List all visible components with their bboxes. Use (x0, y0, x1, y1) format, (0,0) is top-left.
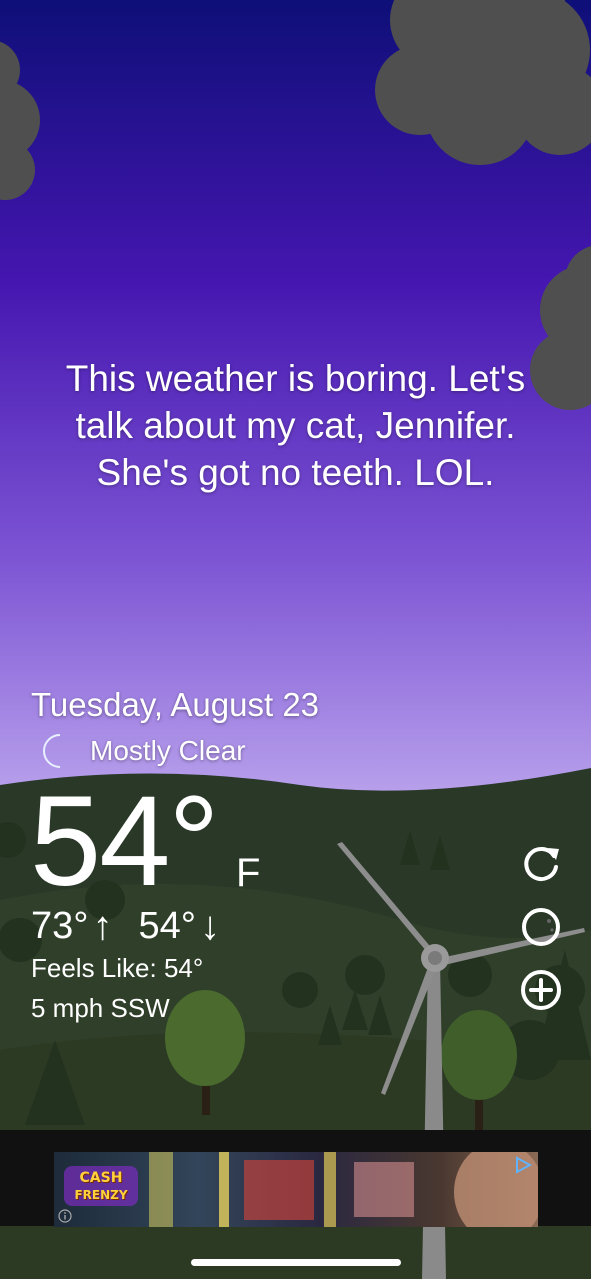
message-line-2: talk about my cat, Jennifer. (75, 405, 516, 446)
refresh-icon (524, 847, 559, 881)
temperature-unit[interactable]: F (236, 851, 260, 896)
current-temperature: 54° (30, 770, 220, 913)
moon-phase-icon (522, 908, 560, 946)
ad-choices-icon[interactable] (514, 1156, 532, 1174)
weather-message: This weather is boring. Let's talk about… (20, 355, 571, 496)
condition-label: Mostly Clear (90, 735, 246, 766)
up-arrow-icon: ↑ (92, 904, 113, 948)
moon-icon (43, 734, 61, 768)
message-line-1: This weather is boring. Let's (65, 358, 526, 399)
weather-scene (0, 0, 591, 1279)
banner-ad[interactable]: CASH FRENZY (54, 1152, 538, 1227)
high-low-row: 73° ↑ 54° ↓ (31, 904, 242, 949)
wind-info: 5 mph SSW (31, 993, 170, 1023)
add-location-icon (521, 970, 561, 1010)
down-arrow-icon: ↓ (199, 904, 220, 948)
info-icon[interactable] (58, 1209, 72, 1223)
message-line-3: She's got no teeth. LOL. (96, 452, 495, 493)
condition-row: Mostly Clear (38, 733, 246, 769)
feels-like: Feels Like: 54° (31, 953, 204, 983)
low-temperature: 54° (138, 905, 196, 947)
home-indicator[interactable] (191, 1259, 401, 1266)
ad-logo: CASH FRENZY (62, 1162, 140, 1210)
add-location-button[interactable] (518, 967, 564, 1013)
high-temperature: 73° (31, 905, 89, 947)
ad-logo-line-2: FRENZY (74, 1188, 128, 1202)
date-label: Tuesday, August 23 (31, 686, 320, 723)
refresh-button[interactable] (518, 840, 564, 886)
ad-logo-line-1: CASH (79, 1170, 123, 1186)
theme-button[interactable] (518, 904, 564, 950)
